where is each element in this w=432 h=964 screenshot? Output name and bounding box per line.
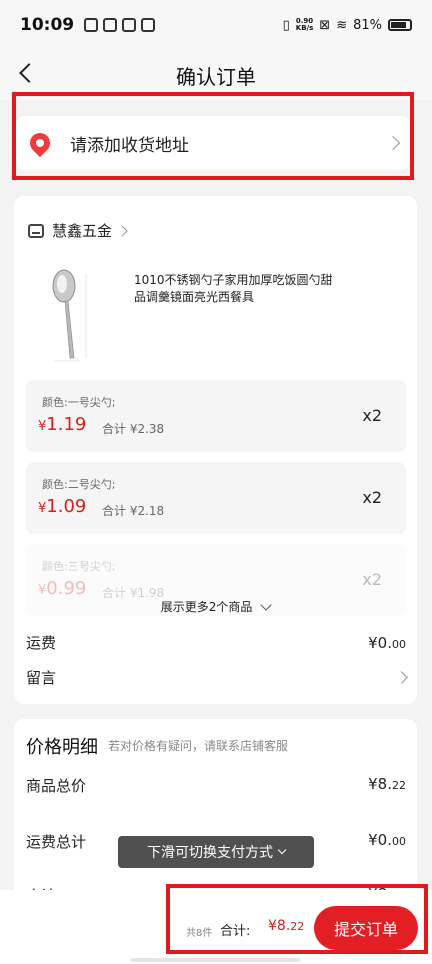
- page-title: 确认订单: [176, 64, 256, 89]
- wifi-icon: ≋: [336, 17, 348, 33]
- sku-price-value: 1.19: [46, 414, 87, 435]
- status-right: ▯ 0.90 KB/s ⊠ ≋ 81%: [283, 18, 412, 33]
- sku-label: 颜色:一号尖勺;: [42, 396, 116, 409]
- app-notification-icon: [141, 18, 156, 32]
- sku-total: 合计 ¥2.18: [102, 504, 165, 518]
- show-more-button[interactable]: 展示更多2个商品: [14, 598, 417, 615]
- app-notification-icon: [84, 18, 99, 32]
- status-app-icons: [84, 18, 156, 32]
- store-icon: [28, 223, 44, 238]
- price-row-label: 商品总价: [26, 777, 87, 795]
- chevron-down-icon: [260, 599, 272, 611]
- price-row-value: ¥0.00: [368, 831, 406, 852]
- store-header[interactable]: 慧鑫五金: [28, 220, 128, 241]
- vibrate-icon: ▯: [282, 17, 290, 33]
- store-name: 慧鑫五金: [52, 222, 113, 240]
- sku-label: 颜色:三号尖勺;: [42, 560, 116, 573]
- payment-switch-toast: 下滑可切换支付方式: [118, 836, 314, 868]
- shipping-value-decimal: 00: [392, 637, 406, 651]
- shipping-row: 运费 ¥0.00: [26, 632, 406, 653]
- price-row-value: ¥8.22: [368, 775, 406, 796]
- shipping-value-main: ¥0.: [368, 633, 392, 652]
- store-card: 慧鑫五金 1010不锈钢勺子家用加厚吃饭圆勺甜品调羹镜面亮光西餐具 颜色:一号尖…: [14, 196, 417, 704]
- sku-price: ¥1.09: [38, 496, 86, 517]
- shipping-label: 运费: [26, 634, 57, 652]
- toast-text: 下滑可切换支付方式: [147, 845, 273, 861]
- chevron-right-icon: [116, 224, 128, 237]
- double-chevron-down-icon: [277, 845, 287, 855]
- status-time: 10:09: [20, 15, 75, 35]
- tiktok-icon: [122, 18, 137, 32]
- chevron-right-icon: [395, 671, 408, 684]
- sku-price: ¥0.99: [38, 578, 86, 599]
- price-row-value-main: ¥0.: [368, 831, 392, 849]
- app-notification-icon: [103, 18, 118, 32]
- price-row-value-main: ¥8.: [368, 775, 392, 793]
- price-detail-hint: 若对价格有疑问，请联系店铺客服: [108, 739, 289, 753]
- sku-quantity[interactable]: x2: [362, 488, 382, 507]
- price-row-value-decimal: 00: [392, 835, 406, 848]
- home-indicator[interactable]: [130, 958, 300, 962]
- sku-total: 合计 ¥2.38: [102, 422, 165, 436]
- price-row-value-decimal: 22: [392, 779, 406, 792]
- show-more-label: 展示更多2个商品: [160, 600, 253, 614]
- network-speed: 0.90 KB/s: [296, 18, 313, 32]
- sku-item: 颜色:二号尖勺; ¥1.09 合计 ¥2.18 x2: [26, 462, 406, 534]
- sim-icon: ⊠: [319, 17, 331, 33]
- sku-price-value: 0.99: [46, 578, 87, 599]
- sku-item: 颜色:一号尖勺; ¥1.19 合计 ¥2.38 x2: [26, 380, 406, 452]
- sku-quantity[interactable]: x2: [362, 406, 382, 425]
- battery-percent: 81%: [353, 17, 382, 33]
- sku-label: 颜色:二号尖勺;: [42, 478, 116, 491]
- product-title[interactable]: 1010不锈钢勺子家用加厚吃饭圆勺甜品调羹镜面亮光西餐具: [134, 272, 334, 306]
- sku-price-value: 1.09: [46, 496, 87, 517]
- highlight-box: [166, 884, 428, 954]
- message-label: 留言: [26, 669, 57, 687]
- battery-icon: [388, 19, 412, 31]
- shipping-value: ¥0.00: [368, 634, 406, 652]
- back-button[interactable]: [16, 62, 40, 86]
- price-row: 商品总价 ¥8.22: [26, 775, 406, 796]
- product-image[interactable]: [34, 264, 114, 364]
- sku-price: ¥1.19: [38, 414, 86, 435]
- message-row[interactable]: 留言: [26, 667, 408, 688]
- highlight-box: [12, 92, 414, 180]
- price-detail-title: 价格明细: [26, 737, 98, 758]
- price-row-label: 运费总计: [26, 833, 87, 851]
- status-bar: 10:09 ▯ 0.90 KB/s ⊠ ≋ 81%: [0, 0, 432, 50]
- speed-unit: KB/s: [295, 24, 314, 32]
- sku-quantity[interactable]: x2: [362, 570, 382, 589]
